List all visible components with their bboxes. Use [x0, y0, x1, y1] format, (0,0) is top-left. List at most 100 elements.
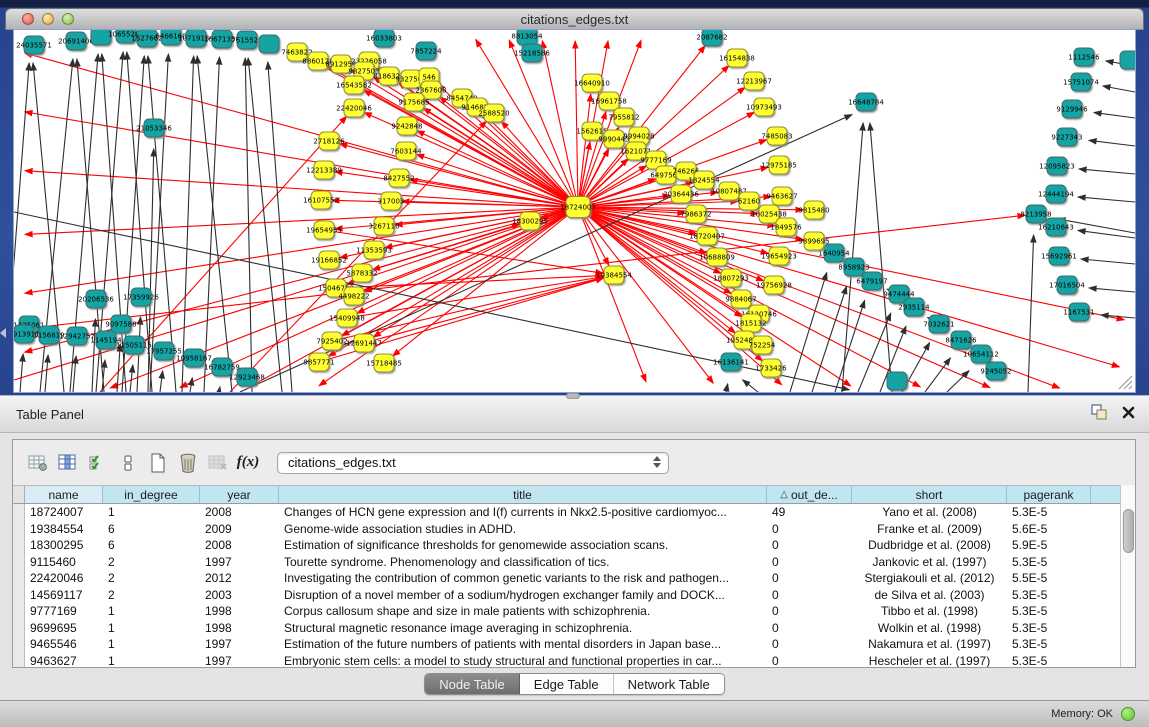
citation-edge-red	[476, 39, 578, 207]
table-cell: 5.5E-5	[1007, 570, 1091, 587]
citation-edge-black	[925, 358, 950, 392]
table-cell: 5.3E-5	[1007, 603, 1091, 620]
row-gutter	[13, 603, 25, 620]
column-header-title[interactable]: title	[279, 486, 767, 503]
resize-grip[interactable]	[1115, 372, 1133, 390]
row-height-button[interactable]	[113, 448, 143, 478]
node-label: 12691447	[346, 340, 382, 348]
node-label: 7515526	[231, 37, 263, 45]
table-row[interactable]: 911546021997Tourette syndrome. Phenomeno…	[13, 554, 1120, 571]
select-columns-button[interactable]	[83, 448, 113, 478]
node-label: 8471626	[945, 337, 977, 345]
table-cell: Tibbo et al. (1998)	[852, 603, 1007, 620]
table-cell: 2	[103, 570, 200, 587]
node-label: 7603144	[390, 148, 422, 156]
node-label: 9463627	[766, 193, 797, 201]
column-header-short[interactable]: short	[852, 486, 1007, 503]
table-cell: 1998	[200, 620, 279, 637]
new-document-button[interactable]	[143, 448, 173, 478]
table-cell: 19384554	[25, 521, 103, 538]
table-cell: 9463627	[25, 653, 103, 668]
citation-edge-black	[726, 384, 728, 392]
table-cell: 0	[767, 554, 852, 571]
node-label: 5878332	[346, 270, 377, 278]
table-row[interactable]: 1830029562008Estimation of significance …	[13, 537, 1120, 554]
delete-table-button[interactable]	[173, 448, 203, 478]
network-node[interactable]	[259, 35, 279, 53]
table-header-row: namein_degreeyeartitle△out_de...shortpag…	[13, 486, 1120, 504]
table-cell: 9465546	[25, 636, 103, 653]
table-cell: 1	[103, 504, 200, 521]
table-settings-button[interactable]	[23, 448, 53, 478]
table-row[interactable]: 1872400712008Changes of HCN gene express…	[13, 504, 1120, 521]
node-label: 12923468	[229, 374, 265, 382]
table-vertical-scrollbar[interactable]	[1120, 485, 1135, 667]
table-row[interactable]: 946362711997Embryonic stem cells: a mode…	[13, 653, 1120, 668]
network-view-canvas[interactable]: 2403557120691406106552871527662646616010…	[14, 30, 1135, 392]
node-label: 19756928	[756, 282, 792, 290]
node-label: 9129946	[1056, 106, 1088, 114]
node-label: 10654112	[963, 351, 999, 359]
node-label: 9245052	[980, 368, 1011, 376]
citation-edge-black	[1089, 288, 1135, 292]
table-source-dropdown[interactable]: citations_edges.txt	[277, 452, 669, 474]
node-label: 17359926	[123, 294, 159, 302]
network-node[interactable]	[887, 372, 907, 390]
close-panel-icon[interactable]	[1122, 406, 1135, 419]
table-cell: 14569117	[25, 587, 103, 604]
node-label: 8427552	[383, 175, 414, 183]
network-node[interactable]	[1120, 51, 1135, 69]
citation-edge-red	[423, 108, 578, 207]
table-cell: Estimation of significance thresholds fo…	[279, 537, 767, 554]
scrollbar-thumb[interactable]	[1123, 509, 1134, 553]
function-builder-button[interactable]: f(x)	[233, 448, 263, 478]
table-row[interactable]: 1938455462009Genome-wide association stu…	[13, 521, 1120, 538]
citation-edge-red	[25, 171, 578, 207]
node-label: 16210643	[1038, 224, 1074, 232]
citation-edge-black	[248, 58, 282, 392]
tab-edge-table[interactable]: Edge Table	[520, 674, 614, 694]
node-label: 19654955	[306, 227, 342, 235]
tab-network-table[interactable]: Network Table	[614, 674, 724, 694]
table-cell: 0	[767, 603, 852, 620]
table-row[interactable]: 969969511998Structural magnetic resonanc…	[13, 620, 1120, 637]
table-body: 1872400712008Changes of HCN gene express…	[13, 504, 1120, 667]
node-label: 24035571	[16, 42, 52, 50]
node-label: 9899695	[798, 238, 829, 246]
float-panel-icon[interactable]	[1091, 404, 1108, 420]
node-label: 1824554	[688, 177, 720, 185]
column-header-in_degree[interactable]: in_degree	[103, 486, 200, 503]
node-label: 546	[422, 74, 436, 82]
table-cell: 1	[103, 620, 200, 637]
node-label: 2087682	[696, 34, 727, 42]
network-window-titlebar[interactable]: citations_edges.txt	[5, 8, 1144, 30]
column-header-pagerank[interactable]: pagerank	[1007, 486, 1091, 503]
node-label: 7485083	[761, 133, 792, 141]
node-label: 15751074	[1063, 79, 1099, 87]
tab-node-table[interactable]: Node Table	[425, 674, 520, 694]
table-cell: 5.3E-5	[1007, 620, 1091, 637]
node-label: 9857771	[303, 359, 334, 367]
table-row[interactable]: 946554611997Estimation of the future num…	[13, 636, 1120, 653]
citation-edge-red	[25, 112, 578, 207]
table-cell: 0	[767, 636, 852, 653]
table-source-value: citations_edges.txt	[288, 455, 396, 470]
node-label: 1849576	[770, 224, 802, 232]
splitter-handle[interactable]	[566, 393, 580, 399]
node-label: 15692961	[1041, 253, 1077, 261]
table-cell: 1	[103, 603, 200, 620]
table-row[interactable]: 1456911722003Disruption of a novel membe…	[13, 587, 1120, 604]
delete-column-disabled-button[interactable]	[203, 448, 233, 478]
table-cell: 5.9E-5	[1007, 537, 1091, 554]
column-header-out_de[interactable]: △out_de...	[767, 486, 852, 503]
table-cell: 22420046	[25, 570, 103, 587]
table-cell: 0	[767, 521, 852, 538]
node-label: 7925402	[316, 338, 347, 346]
table-cell: Yano et al. (2008)	[852, 504, 1007, 521]
table-row[interactable]: 2242004622012Investigating the contribut…	[13, 570, 1120, 587]
node-label: 752254	[749, 342, 776, 350]
show-column-button[interactable]	[53, 448, 83, 478]
column-header-year[interactable]: year	[200, 486, 279, 503]
table-row[interactable]: 977716911998Corpus callosum shape and si…	[13, 603, 1120, 620]
column-header-name[interactable]: name	[25, 486, 103, 503]
